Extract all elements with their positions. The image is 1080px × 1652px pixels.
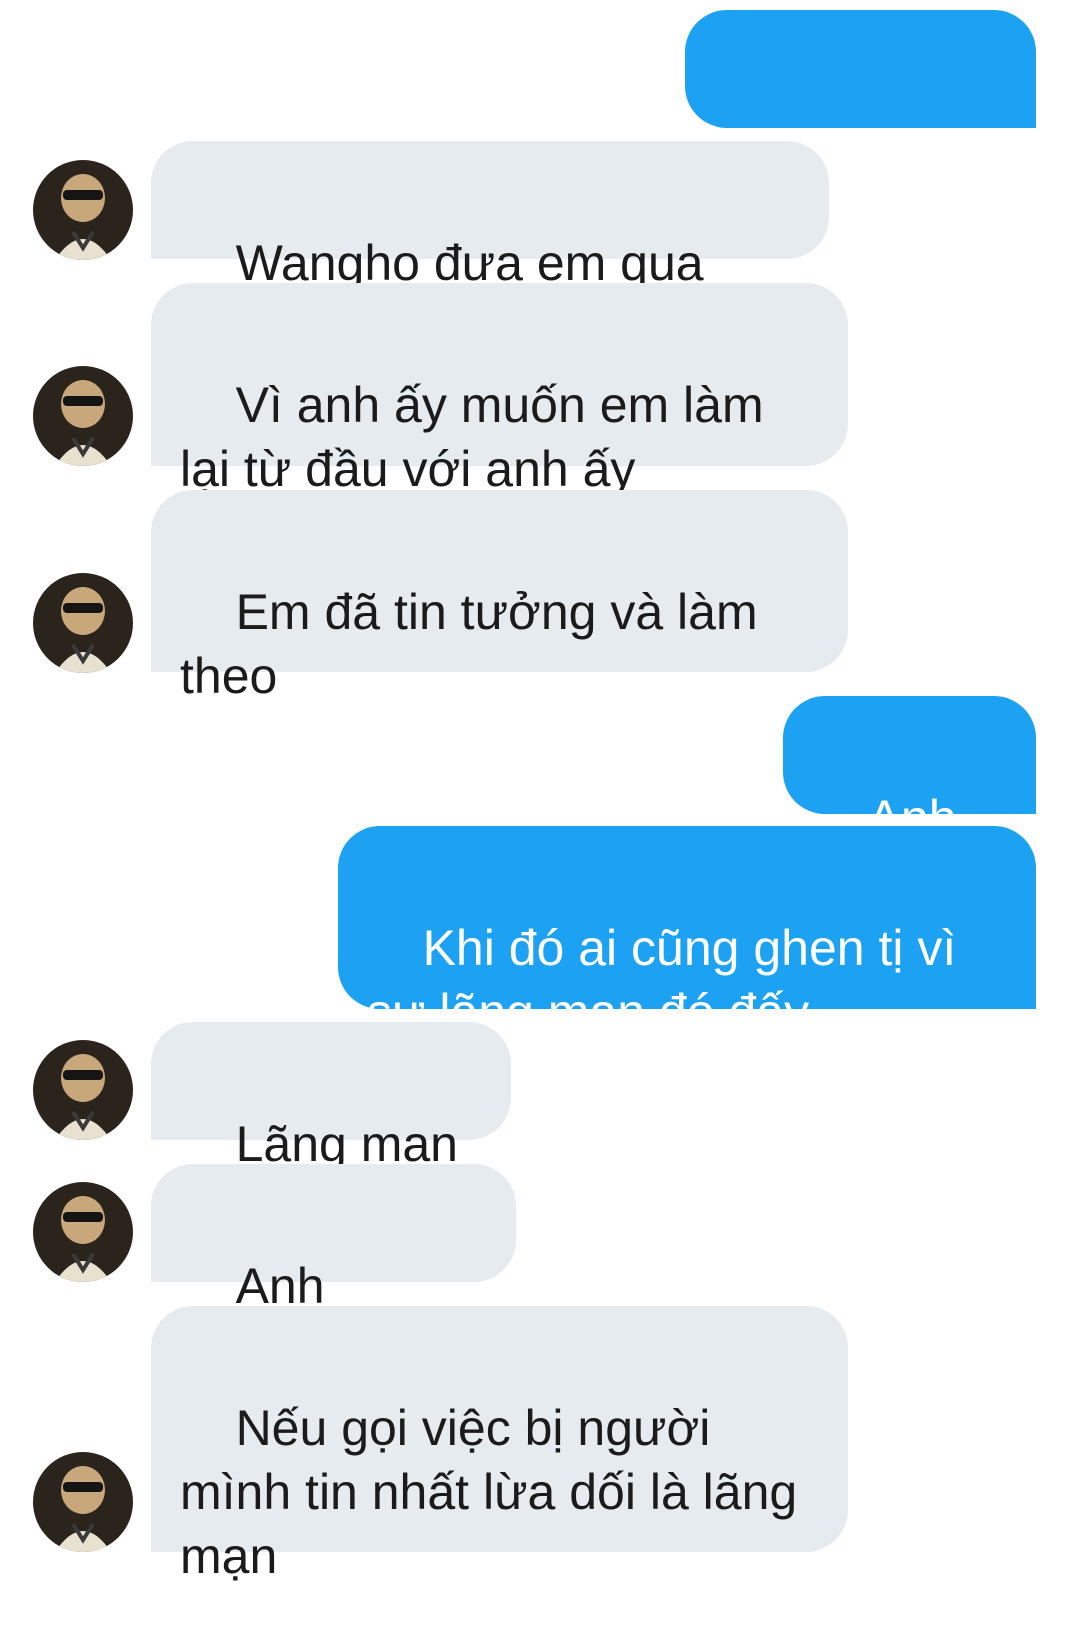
- incoming-message[interactable]: Lãng mạn à?: [151, 1022, 511, 1236]
- avatar-image: [33, 366, 133, 466]
- sender-avatar[interactable]: [33, 1452, 133, 1552]
- avatar-image: [33, 1452, 133, 1552]
- avatar-image: [33, 1182, 133, 1282]
- incoming-message[interactable]: Anh Hyukkyu: [151, 1164, 516, 1378]
- incoming-message[interactable]: Vì anh ấy muốn em làm lại từ đầu với anh…: [151, 283, 848, 497]
- sender-avatar[interactable]: [33, 366, 133, 466]
- avatar-image: [33, 1040, 133, 1140]
- message-text: Vì anh ấy muốn em làm lại từ đầu với anh…: [180, 377, 778, 497]
- message-text: Nếu gọi việc bị người mình tin nhất lừa …: [180, 1400, 812, 1584]
- sender-avatar[interactable]: [33, 573, 133, 673]
- conversation: Hyeonjun..... Wangho đưa em qua Nhật Vì …: [0, 0, 1080, 1584]
- outgoing-message[interactable]: Hyeonjun.....: [685, 10, 1036, 224]
- sender-avatar[interactable]: [33, 1040, 133, 1140]
- incoming-message[interactable]: Nếu gọi việc bị người mình tin nhất lừa …: [151, 1306, 848, 1584]
- message-text: Em đã tin tưởng và làm theo: [180, 584, 772, 704]
- avatar-image: [33, 160, 133, 260]
- outgoing-message[interactable]: Khi đó ai cũng ghen tị vì sự lãng mạn đó…: [338, 826, 1036, 1040]
- sender-avatar[interactable]: [33, 1182, 133, 1282]
- outgoing-message[interactable]: Anh biết: [783, 696, 1036, 910]
- sender-avatar[interactable]: [33, 160, 133, 260]
- avatar-image: [33, 573, 133, 673]
- incoming-message[interactable]: Wangho đưa em qua Nhật: [151, 141, 829, 355]
- incoming-message[interactable]: Em đã tin tưởng và làm theo: [151, 490, 848, 704]
